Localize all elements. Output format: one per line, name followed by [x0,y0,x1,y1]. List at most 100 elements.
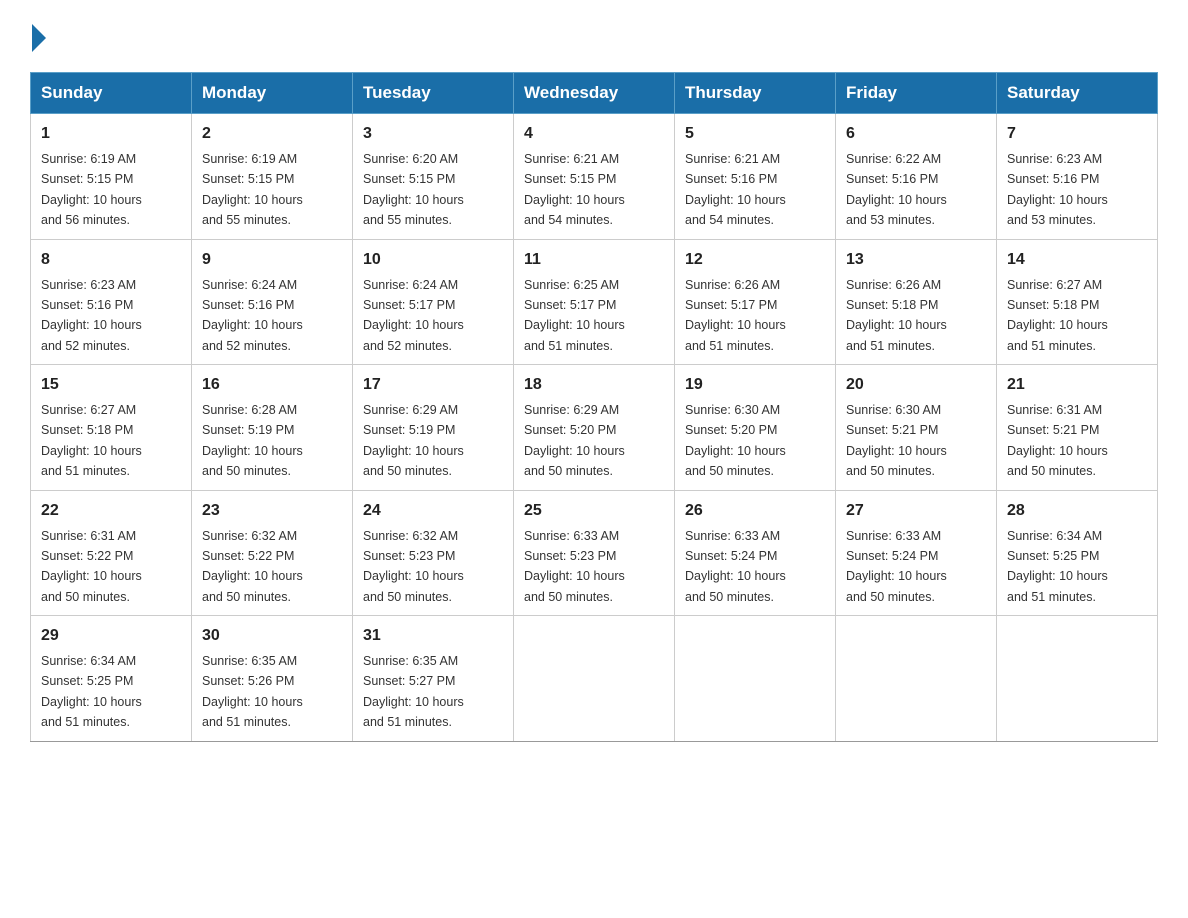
header-tuesday: Tuesday [353,73,514,114]
calendar-cell: 27 Sunrise: 6:33 AMSunset: 5:24 PMDaylig… [836,490,997,616]
day-number: 8 [41,248,181,272]
day-number: 29 [41,624,181,648]
day-number: 3 [363,122,503,146]
day-info: Sunrise: 6:29 AMSunset: 5:20 PMDaylight:… [524,403,625,478]
day-number: 28 [1007,499,1147,523]
calendar-cell [675,616,836,742]
calendar-cell [997,616,1158,742]
calendar-cell: 10 Sunrise: 6:24 AMSunset: 5:17 PMDaylig… [353,239,514,365]
calendar-cell: 16 Sunrise: 6:28 AMSunset: 5:19 PMDaylig… [192,365,353,491]
day-info: Sunrise: 6:21 AMSunset: 5:16 PMDaylight:… [685,152,786,227]
calendar-week-row: 29 Sunrise: 6:34 AMSunset: 5:25 PMDaylig… [31,616,1158,742]
day-info: Sunrise: 6:33 AMSunset: 5:23 PMDaylight:… [524,529,625,604]
day-number: 26 [685,499,825,523]
day-number: 15 [41,373,181,397]
calendar-cell [836,616,997,742]
day-number: 16 [202,373,342,397]
calendar-cell: 13 Sunrise: 6:26 AMSunset: 5:18 PMDaylig… [836,239,997,365]
day-info: Sunrise: 6:20 AMSunset: 5:15 PMDaylight:… [363,152,464,227]
header-monday: Monday [192,73,353,114]
calendar-cell: 21 Sunrise: 6:31 AMSunset: 5:21 PMDaylig… [997,365,1158,491]
calendar-cell: 18 Sunrise: 6:29 AMSunset: 5:20 PMDaylig… [514,365,675,491]
calendar-cell: 9 Sunrise: 6:24 AMSunset: 5:16 PMDayligh… [192,239,353,365]
day-info: Sunrise: 6:29 AMSunset: 5:19 PMDaylight:… [363,403,464,478]
day-number: 7 [1007,122,1147,146]
day-info: Sunrise: 6:24 AMSunset: 5:16 PMDaylight:… [202,278,303,353]
page-header [30,20,1158,52]
day-info: Sunrise: 6:23 AMSunset: 5:16 PMDaylight:… [1007,152,1108,227]
header-sunday: Sunday [31,73,192,114]
header-wednesday: Wednesday [514,73,675,114]
day-number: 31 [363,624,503,648]
day-info: Sunrise: 6:32 AMSunset: 5:22 PMDaylight:… [202,529,303,604]
day-info: Sunrise: 6:35 AMSunset: 5:26 PMDaylight:… [202,654,303,729]
day-number: 21 [1007,373,1147,397]
calendar-week-row: 1 Sunrise: 6:19 AMSunset: 5:15 PMDayligh… [31,114,1158,240]
day-info: Sunrise: 6:27 AMSunset: 5:18 PMDaylight:… [1007,278,1108,353]
day-info: Sunrise: 6:25 AMSunset: 5:17 PMDaylight:… [524,278,625,353]
day-info: Sunrise: 6:19 AMSunset: 5:15 PMDaylight:… [41,152,142,227]
calendar-table: SundayMondayTuesdayWednesdayThursdayFrid… [30,72,1158,742]
day-number: 24 [363,499,503,523]
day-info: Sunrise: 6:31 AMSunset: 5:21 PMDaylight:… [1007,403,1108,478]
day-info: Sunrise: 6:34 AMSunset: 5:25 PMDaylight:… [1007,529,1108,604]
day-number: 4 [524,122,664,146]
logo [30,20,46,52]
calendar-cell: 3 Sunrise: 6:20 AMSunset: 5:15 PMDayligh… [353,114,514,240]
day-info: Sunrise: 6:24 AMSunset: 5:17 PMDaylight:… [363,278,464,353]
calendar-cell: 19 Sunrise: 6:30 AMSunset: 5:20 PMDaylig… [675,365,836,491]
header-friday: Friday [836,73,997,114]
calendar-cell: 14 Sunrise: 6:27 AMSunset: 5:18 PMDaylig… [997,239,1158,365]
day-number: 10 [363,248,503,272]
calendar-cell: 24 Sunrise: 6:32 AMSunset: 5:23 PMDaylig… [353,490,514,616]
day-info: Sunrise: 6:30 AMSunset: 5:20 PMDaylight:… [685,403,786,478]
calendar-week-row: 22 Sunrise: 6:31 AMSunset: 5:22 PMDaylig… [31,490,1158,616]
calendar-cell: 2 Sunrise: 6:19 AMSunset: 5:15 PMDayligh… [192,114,353,240]
day-number: 6 [846,122,986,146]
day-number: 12 [685,248,825,272]
day-number: 1 [41,122,181,146]
calendar-cell: 6 Sunrise: 6:22 AMSunset: 5:16 PMDayligh… [836,114,997,240]
day-info: Sunrise: 6:23 AMSunset: 5:16 PMDaylight:… [41,278,142,353]
calendar-cell: 5 Sunrise: 6:21 AMSunset: 5:16 PMDayligh… [675,114,836,240]
header-thursday: Thursday [675,73,836,114]
day-info: Sunrise: 6:22 AMSunset: 5:16 PMDaylight:… [846,152,947,227]
calendar-cell: 25 Sunrise: 6:33 AMSunset: 5:23 PMDaylig… [514,490,675,616]
day-info: Sunrise: 6:33 AMSunset: 5:24 PMDaylight:… [846,529,947,604]
header-saturday: Saturday [997,73,1158,114]
day-info: Sunrise: 6:30 AMSunset: 5:21 PMDaylight:… [846,403,947,478]
calendar-cell: 31 Sunrise: 6:35 AMSunset: 5:27 PMDaylig… [353,616,514,742]
calendar-cell: 22 Sunrise: 6:31 AMSunset: 5:22 PMDaylig… [31,490,192,616]
day-info: Sunrise: 6:26 AMSunset: 5:17 PMDaylight:… [685,278,786,353]
day-number: 22 [41,499,181,523]
day-number: 27 [846,499,986,523]
calendar-cell: 28 Sunrise: 6:34 AMSunset: 5:25 PMDaylig… [997,490,1158,616]
day-number: 20 [846,373,986,397]
day-number: 2 [202,122,342,146]
day-number: 23 [202,499,342,523]
day-number: 30 [202,624,342,648]
day-number: 18 [524,373,664,397]
calendar-header-row: SundayMondayTuesdayWednesdayThursdayFrid… [31,73,1158,114]
day-info: Sunrise: 6:31 AMSunset: 5:22 PMDaylight:… [41,529,142,604]
day-info: Sunrise: 6:19 AMSunset: 5:15 PMDaylight:… [202,152,303,227]
calendar-cell: 11 Sunrise: 6:25 AMSunset: 5:17 PMDaylig… [514,239,675,365]
day-info: Sunrise: 6:21 AMSunset: 5:15 PMDaylight:… [524,152,625,227]
calendar-cell: 23 Sunrise: 6:32 AMSunset: 5:22 PMDaylig… [192,490,353,616]
calendar-cell: 29 Sunrise: 6:34 AMSunset: 5:25 PMDaylig… [31,616,192,742]
day-number: 19 [685,373,825,397]
day-number: 25 [524,499,664,523]
calendar-cell: 1 Sunrise: 6:19 AMSunset: 5:15 PMDayligh… [31,114,192,240]
calendar-cell [514,616,675,742]
day-info: Sunrise: 6:26 AMSunset: 5:18 PMDaylight:… [846,278,947,353]
calendar-cell: 8 Sunrise: 6:23 AMSunset: 5:16 PMDayligh… [31,239,192,365]
day-number: 17 [363,373,503,397]
day-info: Sunrise: 6:28 AMSunset: 5:19 PMDaylight:… [202,403,303,478]
calendar-cell: 12 Sunrise: 6:26 AMSunset: 5:17 PMDaylig… [675,239,836,365]
calendar-week-row: 8 Sunrise: 6:23 AMSunset: 5:16 PMDayligh… [31,239,1158,365]
calendar-cell: 20 Sunrise: 6:30 AMSunset: 5:21 PMDaylig… [836,365,997,491]
day-info: Sunrise: 6:33 AMSunset: 5:24 PMDaylight:… [685,529,786,604]
day-info: Sunrise: 6:34 AMSunset: 5:25 PMDaylight:… [41,654,142,729]
calendar-cell: 17 Sunrise: 6:29 AMSunset: 5:19 PMDaylig… [353,365,514,491]
day-info: Sunrise: 6:27 AMSunset: 5:18 PMDaylight:… [41,403,142,478]
